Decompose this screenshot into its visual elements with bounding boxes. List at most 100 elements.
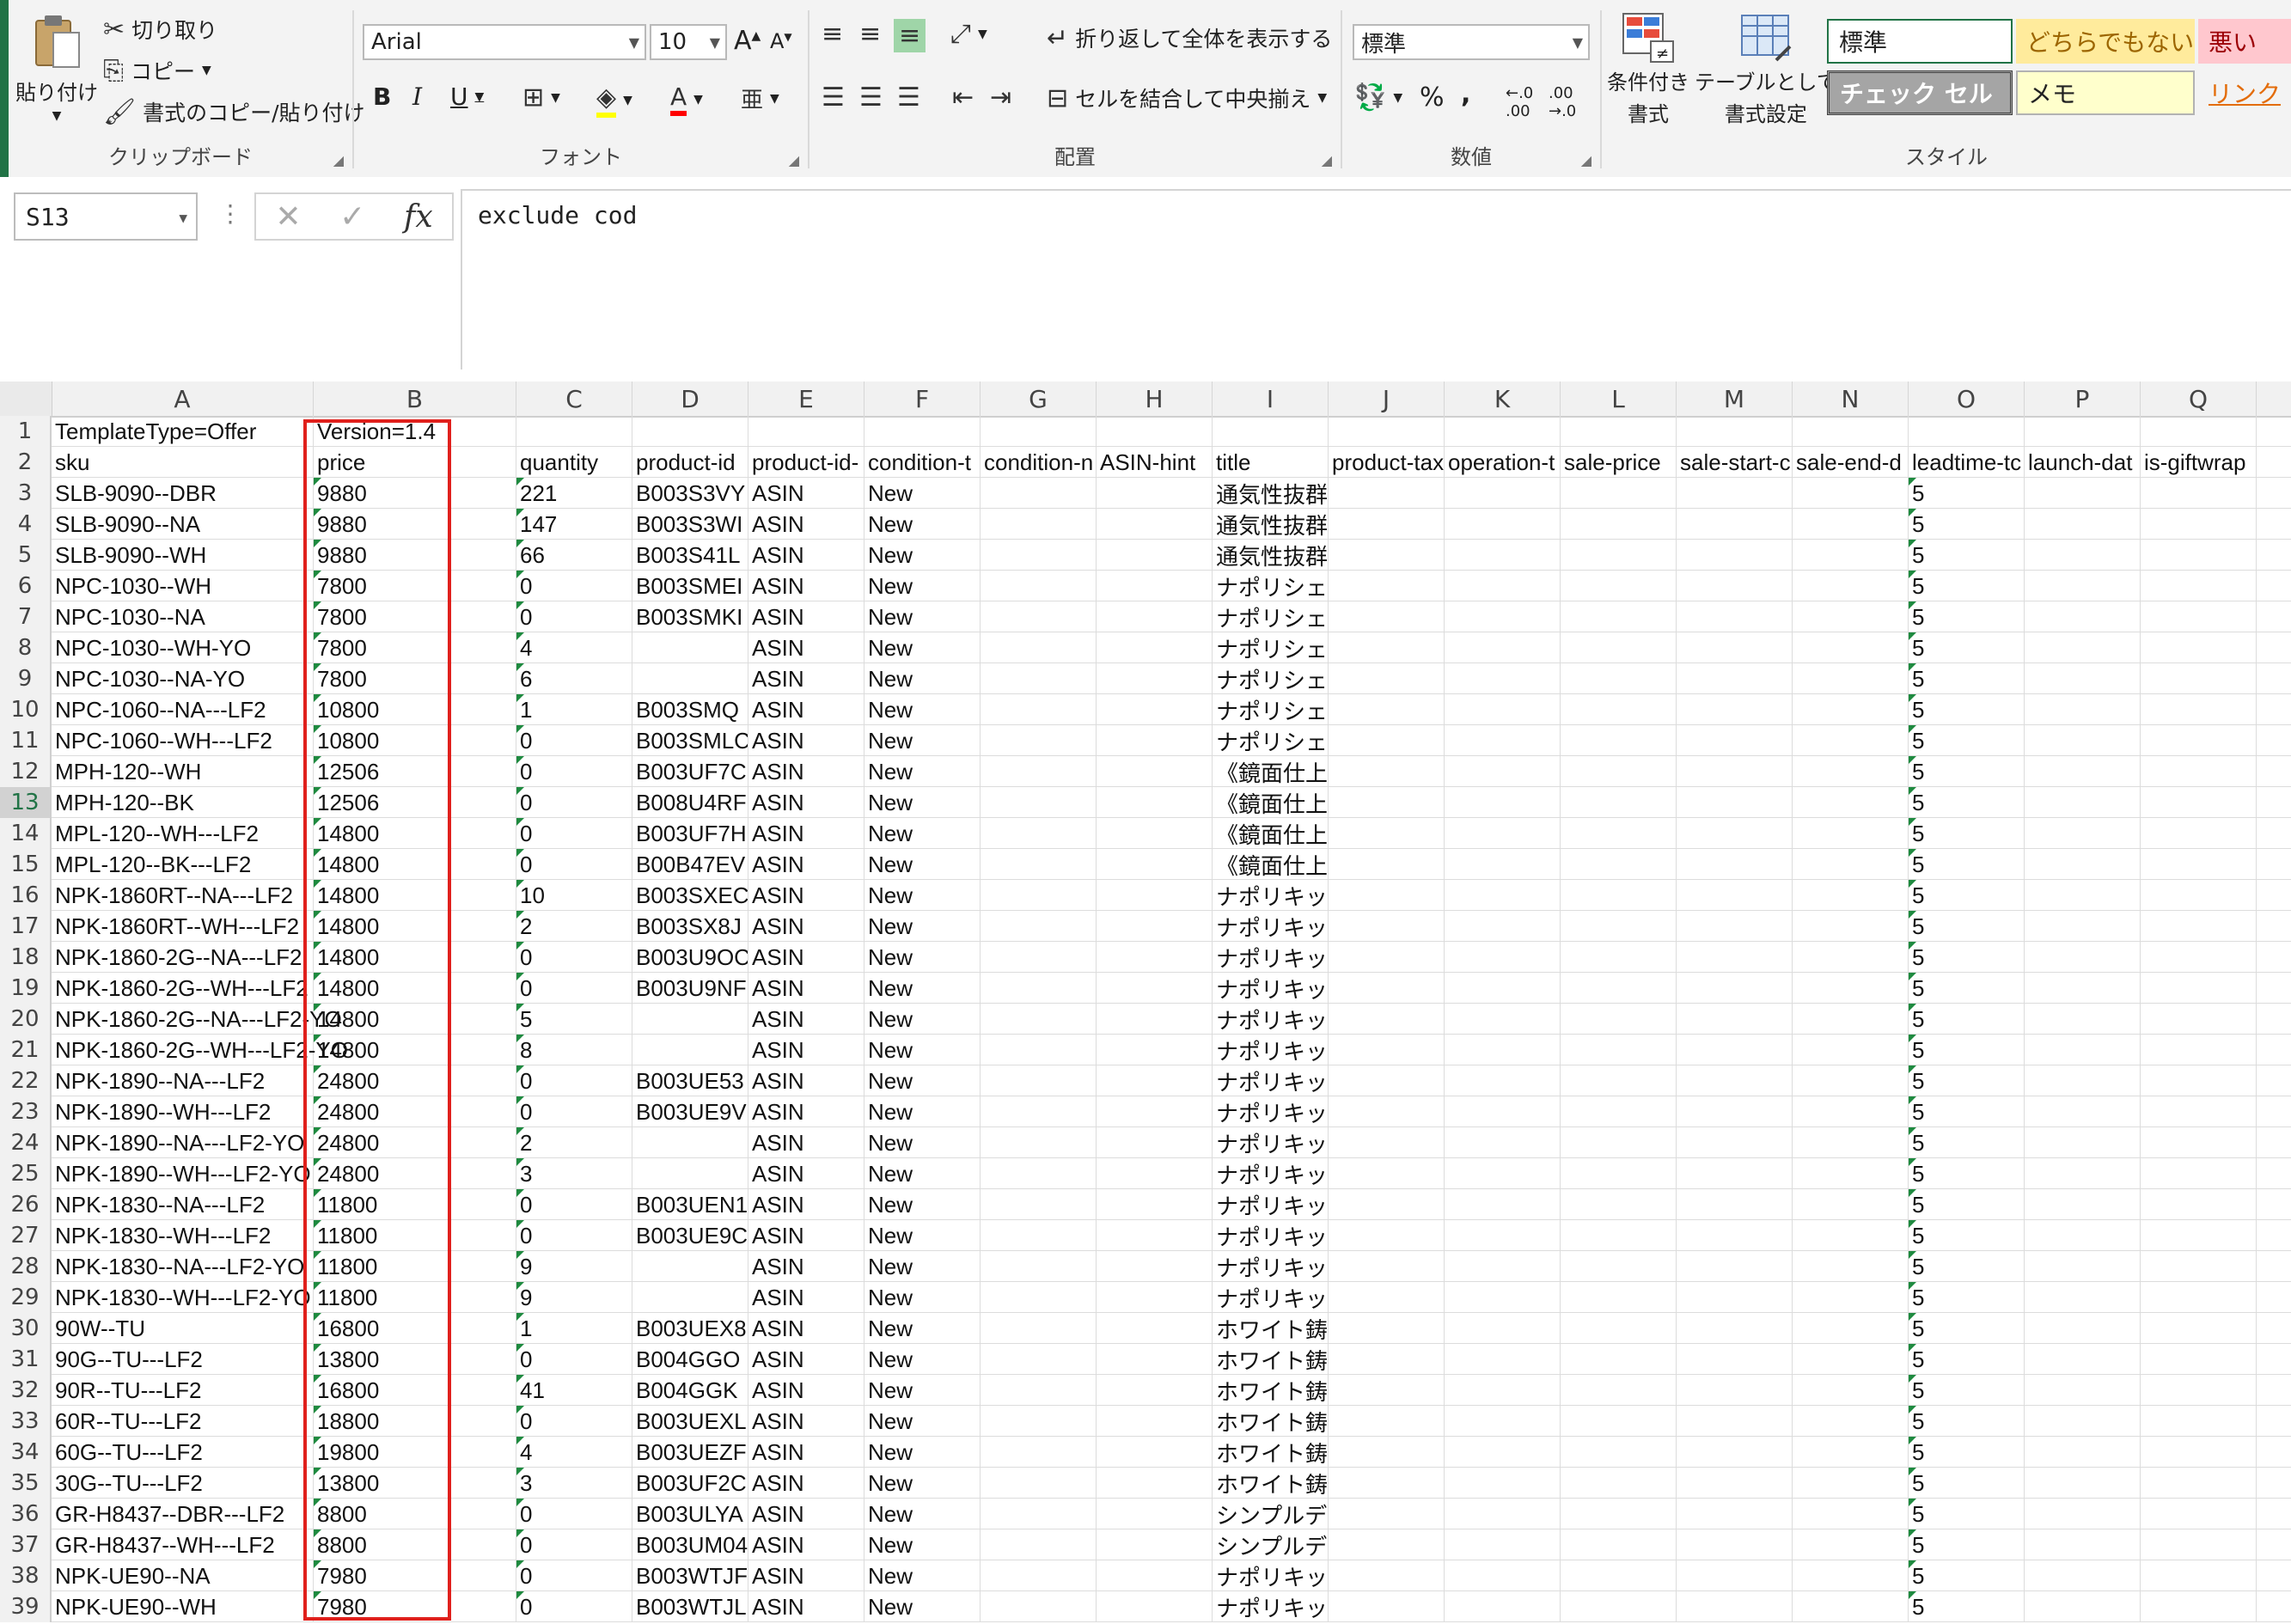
cell-b10[interactable]: 10800 <box>314 694 516 725</box>
cell-i3[interactable]: 通気性抜群 <box>1213 478 1329 509</box>
cell-b1[interactable]: Version=1.4 <box>314 416 516 447</box>
dialog-launcher-icon[interactable]: ◢ <box>333 152 344 168</box>
decrease-indent-button[interactable]: ⇤ <box>952 82 974 113</box>
cell-g39[interactable] <box>981 1591 1097 1622</box>
cell-d26[interactable]: B003UEN1 <box>632 1189 748 1220</box>
cell-j26[interactable] <box>1329 1189 1445 1220</box>
row-header[interactable]: 39 <box>0 1591 52 1622</box>
cell-c5[interactable]: 66 <box>516 540 632 571</box>
cell-q15[interactable] <box>2141 849 2257 880</box>
cell-a30[interactable]: 90W--TU <box>52 1313 314 1344</box>
cell-n30[interactable] <box>1793 1313 1909 1344</box>
cell-k8[interactable] <box>1445 632 1561 663</box>
cell-d39[interactable]: B003WTJL <box>632 1591 748 1622</box>
cell-e12[interactable]: ASIN <box>748 756 864 787</box>
cell-f28[interactable]: New <box>864 1251 981 1282</box>
cell-m37[interactable] <box>1677 1529 1793 1560</box>
cell-p4[interactable] <box>2025 509 2141 540</box>
cell-b9[interactable]: 7800 <box>314 663 516 694</box>
cell-g26[interactable] <box>981 1189 1097 1220</box>
cell-m27[interactable] <box>1677 1220 1793 1251</box>
cell-g19[interactable] <box>981 973 1097 1004</box>
cell-q26[interactable] <box>2141 1189 2257 1220</box>
cell-c9[interactable]: 6 <box>516 663 632 694</box>
cell-a29[interactable]: NPK-1830--WH---LF2-YO <box>52 1282 314 1313</box>
cell-i34[interactable]: ホワイト鋳 <box>1213 1437 1329 1468</box>
row-header[interactable]: 14 <box>0 818 52 849</box>
cell-a26[interactable]: NPK-1830--NA---LF2 <box>52 1189 314 1220</box>
cell-q6[interactable] <box>2141 571 2257 601</box>
cell-c17[interactable]: 2 <box>516 911 632 942</box>
cell-c10[interactable]: 1 <box>516 694 632 725</box>
row-header[interactable]: 5 <box>0 540 52 571</box>
cell-f36[interactable]: New <box>864 1499 981 1529</box>
cell-p12[interactable] <box>2025 756 2141 787</box>
cell-e36[interactable]: ASIN <box>748 1499 864 1529</box>
cell-j33[interactable] <box>1329 1406 1445 1437</box>
cell-e8[interactable]: ASIN <box>748 632 864 663</box>
cell-n21[interactable] <box>1793 1035 1909 1065</box>
cell-m32[interactable] <box>1677 1375 1793 1406</box>
cell-d33[interactable]: B003UEXL <box>632 1406 748 1437</box>
cell-c23[interactable]: 0 <box>516 1096 632 1127</box>
cell-i29[interactable]: ナポリキッ <box>1213 1282 1329 1313</box>
cell-c38[interactable]: 0 <box>516 1560 632 1591</box>
cell-j3[interactable] <box>1329 478 1445 509</box>
cell-e15[interactable]: ASIN <box>748 849 864 880</box>
cell-a24[interactable]: NPK-1890--NA---LF2-YO <box>52 1127 314 1158</box>
cell-g25[interactable] <box>981 1158 1097 1189</box>
cell-q32[interactable] <box>2141 1375 2257 1406</box>
cell-i28[interactable]: ナポリキッ <box>1213 1251 1329 1282</box>
cell-b5[interactable]: 9880 <box>314 540 516 571</box>
row-header[interactable]: 37 <box>0 1529 52 1560</box>
cell-l3[interactable] <box>1561 478 1677 509</box>
increase-indent-button[interactable]: ⇥ <box>990 82 1011 113</box>
cell-n27[interactable] <box>1793 1220 1909 1251</box>
cell-g8[interactable] <box>981 632 1097 663</box>
cell-n28[interactable] <box>1793 1251 1909 1282</box>
cell-g2[interactable]: condition-n <box>981 447 1097 478</box>
cell-j25[interactable] <box>1329 1158 1445 1189</box>
cell-m25[interactable] <box>1677 1158 1793 1189</box>
cell-i37[interactable]: シンプルデ <box>1213 1529 1329 1560</box>
cell-h3[interactable] <box>1097 478 1213 509</box>
cell-p29[interactable] <box>2025 1282 2141 1313</box>
cell-k1[interactable] <box>1445 416 1561 447</box>
cell-f32[interactable]: New <box>864 1375 981 1406</box>
cell-f31[interactable]: New <box>864 1344 981 1375</box>
cell-q1[interactable] <box>2141 416 2257 447</box>
cell-a16[interactable]: NPK-1860RT--NA---LF2 <box>52 880 314 911</box>
cell-j27[interactable] <box>1329 1220 1445 1251</box>
cell-m6[interactable] <box>1677 571 1793 601</box>
cell-d20[interactable] <box>632 1004 748 1035</box>
row-header[interactable]: 33 <box>0 1406 52 1437</box>
cell-k19[interactable] <box>1445 973 1561 1004</box>
cell-p16[interactable] <box>2025 880 2141 911</box>
cell-q34[interactable] <box>2141 1437 2257 1468</box>
cell-o18[interactable]: 5 <box>1909 942 2025 973</box>
cell-i31[interactable]: ホワイト鋳 <box>1213 1344 1329 1375</box>
cell-h24[interactable] <box>1097 1127 1213 1158</box>
cell-b36[interactable]: 8800 <box>314 1499 516 1529</box>
cell-n2[interactable]: sale-end-d <box>1793 447 1909 478</box>
cell-l2[interactable]: sale-price <box>1561 447 1677 478</box>
style-neutral[interactable]: どちらでもない <box>2016 19 2195 64</box>
cell-f26[interactable]: New <box>864 1189 981 1220</box>
cell-f6[interactable]: New <box>864 571 981 601</box>
cell-e1[interactable] <box>748 416 864 447</box>
cell-a4[interactable]: SLB-9090--NA <box>52 509 314 540</box>
cell-e21[interactable]: ASIN <box>748 1035 864 1065</box>
cell-m13[interactable] <box>1677 787 1793 818</box>
row-header[interactable]: 30 <box>0 1313 52 1344</box>
cell-g23[interactable] <box>981 1096 1097 1127</box>
cell-q13[interactable] <box>2141 787 2257 818</box>
cell-g1[interactable] <box>981 416 1097 447</box>
cell-j31[interactable] <box>1329 1344 1445 1375</box>
cell-g36[interactable] <box>981 1499 1097 1529</box>
cell-n35[interactable] <box>1793 1468 1909 1499</box>
cell-m14[interactable] <box>1677 818 1793 849</box>
cell-f24[interactable]: New <box>864 1127 981 1158</box>
cell-i27[interactable]: ナポリキッ <box>1213 1220 1329 1251</box>
cell-h38[interactable] <box>1097 1560 1213 1591</box>
cell-d18[interactable]: B003U9OC <box>632 942 748 973</box>
